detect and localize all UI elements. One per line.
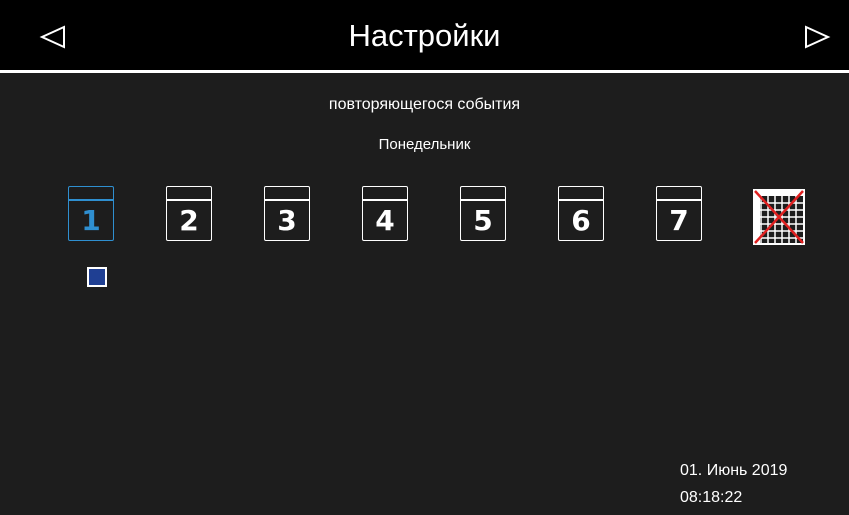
event-subtitle: повторяющегося события	[328, 96, 521, 113]
calendar-page-header	[558, 199, 604, 201]
day-button-7[interactable]: 7	[656, 186, 702, 242]
day-number: 3	[277, 204, 297, 237]
triangle-right-icon	[805, 25, 831, 49]
day-button-2[interactable]: 2	[166, 186, 212, 242]
calendar-page-header	[264, 199, 310, 201]
calendar-grid-button[interactable]	[753, 189, 805, 245]
day-button-5[interactable]: 5	[460, 186, 506, 242]
day-number: 5	[473, 204, 493, 237]
day-checkbox[interactable]	[87, 267, 107, 287]
header-divider	[0, 70, 849, 73]
day-button-1[interactable]: 1	[68, 186, 114, 242]
calendar-page-header	[362, 199, 408, 201]
calendar-page-header	[460, 199, 506, 201]
day-number: 2	[179, 204, 199, 237]
day-button-6[interactable]: 6	[558, 186, 604, 242]
header-bar: Настройки	[0, 0, 849, 70]
selected-day-name: Понедельник	[378, 136, 471, 153]
day-number: 6	[571, 204, 591, 237]
current-date: 01. Июнь 2019	[680, 462, 788, 479]
next-button[interactable]	[802, 22, 832, 52]
day-number: 7	[669, 204, 689, 237]
settings-screen: Настройки повторяющегося события Понедел…	[0, 0, 849, 515]
day-number: 4	[375, 204, 395, 237]
calendar-page-header	[166, 199, 212, 201]
calendar-grid-crossed-icon	[753, 189, 805, 245]
current-time: 08:18:22	[680, 489, 743, 506]
day-button-4[interactable]: 4	[362, 186, 408, 242]
day-button-3[interactable]: 3	[264, 186, 310, 242]
page-title: Настройки	[348, 18, 501, 53]
calendar-page-header	[68, 199, 114, 201]
calendar-page-header	[656, 199, 702, 201]
day-number: 1	[81, 204, 101, 237]
